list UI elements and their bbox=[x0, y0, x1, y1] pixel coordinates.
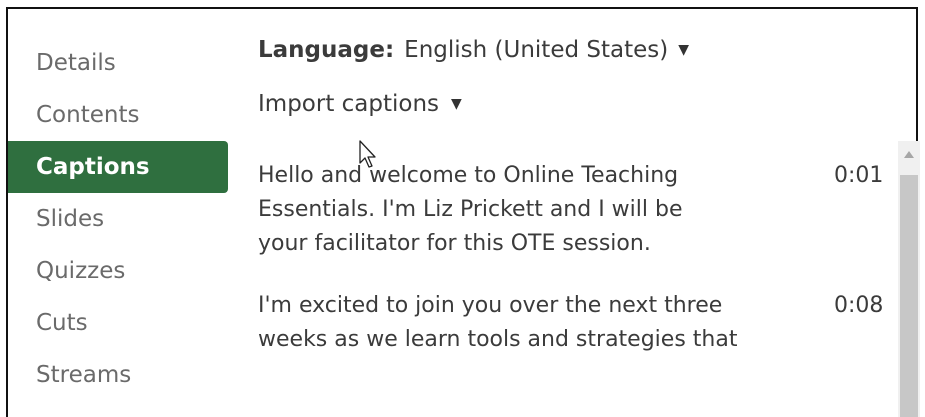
captions-scrollbar[interactable] bbox=[898, 141, 920, 417]
sidebar-item-label: Slides bbox=[36, 206, 105, 232]
caption-entry[interactable]: Hello and welcome to Online Teaching Ess… bbox=[258, 159, 888, 261]
import-captions-dropdown[interactable]: Import captions ▼ bbox=[258, 91, 462, 117]
caption-entry[interactable]: I'm excited to join you over the next th… bbox=[258, 289, 888, 357]
sidebar-item-label: Details bbox=[36, 50, 116, 76]
sidebar-item-label: Captions bbox=[36, 154, 150, 180]
chevron-down-icon: ▼ bbox=[451, 96, 462, 112]
sidebar-item-details[interactable]: Details bbox=[8, 37, 228, 89]
captions-list: Hello and welcome to Online Teaching Ess… bbox=[258, 159, 888, 385]
captions-panel: Details Contents Captions Slides Quizzes… bbox=[6, 7, 920, 417]
sidebar-item-contents[interactable]: Contents bbox=[8, 89, 228, 141]
sidebar-item-label: Cuts bbox=[36, 310, 88, 336]
language-label: Language: bbox=[258, 37, 395, 63]
language-dropdown[interactable]: Language: English (United States) ▼ bbox=[258, 37, 689, 63]
language-value: English (United States) bbox=[404, 37, 669, 63]
import-captions-label: Import captions bbox=[258, 91, 440, 117]
sidebar-nav: Details Contents Captions Slides Quizzes… bbox=[8, 37, 228, 401]
sidebar-item-captions[interactable]: Captions bbox=[8, 141, 228, 193]
caption-text[interactable]: Hello and welcome to Online Teaching Ess… bbox=[258, 159, 738, 261]
sidebar-item-label: Contents bbox=[36, 102, 140, 128]
captions-content: Language: English (United States) ▼ Impo… bbox=[258, 9, 908, 417]
scrollbar-thumb[interactable] bbox=[900, 175, 918, 417]
caption-text[interactable]: I'm excited to join you over the next th… bbox=[258, 289, 738, 357]
sidebar-item-quizzes[interactable]: Quizzes bbox=[8, 245, 228, 297]
sidebar-item-streams[interactable]: Streams bbox=[8, 349, 228, 401]
scroll-up-arrow-icon[interactable] bbox=[904, 151, 914, 158]
sidebar-item-label: Quizzes bbox=[36, 258, 126, 284]
caption-timestamp[interactable]: 0:08 bbox=[834, 289, 883, 323]
mouse-pointer-icon bbox=[359, 140, 376, 168]
page: Details Contents Captions Slides Quizzes… bbox=[0, 0, 925, 417]
sidebar-item-cuts[interactable]: Cuts bbox=[8, 297, 228, 349]
chevron-down-icon: ▼ bbox=[678, 42, 690, 58]
caption-timestamp[interactable]: 0:01 bbox=[834, 159, 883, 193]
sidebar-item-slides[interactable]: Slides bbox=[8, 193, 228, 245]
sidebar-item-label: Streams bbox=[36, 362, 132, 388]
